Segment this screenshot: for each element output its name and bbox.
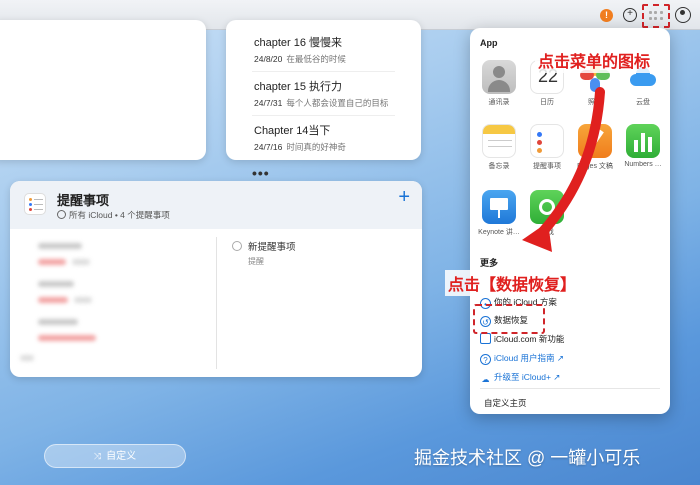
- app-label: Numbers …: [624, 161, 662, 168]
- customize-home-link[interactable]: 自定义主页: [484, 397, 527, 409]
- app-label: 云盘: [636, 99, 650, 106]
- menu-label: 升级至 iCloud+ ↗: [494, 372, 561, 382]
- app-pages[interactable]: Pages 文稿: [574, 124, 616, 171]
- app-label: 照片: [588, 99, 602, 106]
- app-label: 查找: [540, 229, 554, 236]
- customize-button[interactable]: ⤨ 自定义: [44, 444, 186, 468]
- recovery-highlight-box: [473, 304, 545, 334]
- keynote-icon: [482, 190, 516, 224]
- app-label: 提醒事项: [533, 163, 561, 170]
- find-icon: [530, 190, 564, 224]
- note-date: 24/7/16: [254, 142, 283, 152]
- note-item[interactable]: chapter 15 执行力 24/7/31 每个人都会设置自己的目标: [252, 72, 395, 116]
- contacts-icon: [482, 60, 516, 94]
- notes-widget[interactable]: chapter 16 慢慢来 24/8/20 在最低谷的时候 chapter 15…: [226, 20, 421, 181]
- note-preview: 时间真的好神奇: [286, 142, 346, 152]
- menu-label: iCloud.com 新功能: [494, 334, 565, 344]
- app-grid-button[interactable]: [642, 4, 670, 28]
- cloud-icon: ☁: [481, 375, 490, 384]
- app-find[interactable]: 查找: [526, 190, 568, 237]
- app-label: 通讯录: [488, 99, 510, 106]
- reminders-subtitle: 所有 iCloud • 4 个提醒事项: [57, 209, 170, 221]
- document-icon: [480, 333, 491, 344]
- note-item[interactable]: Chapter 14当下 24/7/16 时间真的好神奇: [252, 116, 395, 159]
- menu-upgrade[interactable]: ☁ 升级至 iCloud+ ↗: [480, 371, 561, 385]
- menu-divider: [480, 388, 660, 389]
- more-icon[interactable]: •••: [252, 165, 395, 181]
- app-label: 日历: [540, 99, 554, 106]
- app-label: Pages 文稿: [577, 163, 613, 170]
- note-preview: 每个人都会设置自己的目标: [286, 98, 389, 108]
- menu-whats-new[interactable]: iCloud.com 新功能: [480, 333, 564, 345]
- app-label: 备忘录: [488, 163, 510, 170]
- notes-icon: [482, 124, 516, 158]
- cloud-icon: [57, 210, 66, 219]
- reminders-header: 提醒事项 所有 iCloud • 4 个提醒事项 +: [10, 181, 422, 229]
- reminders-title: 提醒事项: [57, 193, 110, 208]
- help-icon: ?: [480, 354, 491, 365]
- note-preview: 在最低谷的时候: [286, 54, 346, 64]
- grid-icon: [649, 11, 663, 21]
- numbers-icon: [626, 124, 660, 158]
- new-reminder-label: 新提醒事项: [248, 242, 296, 253]
- customize-icon: ⤨: [93, 451, 102, 461]
- app-notes[interactable]: 备忘录: [478, 124, 520, 171]
- watermark: 掘金技术社区 @ 一罐小可乐: [414, 448, 641, 468]
- reminders-widget[interactable]: 提醒事项 所有 iCloud • 4 个提醒事项 + 新提醒事项 提醒: [10, 181, 422, 377]
- alert-badge[interactable]: !: [600, 9, 613, 22]
- reminders-icon: [530, 124, 564, 158]
- annotation-click-recovery: 点击【数据恢复】: [445, 270, 580, 296]
- pages-icon: [578, 124, 612, 158]
- app-label: Keynote 讲…: [478, 229, 520, 236]
- reminders-body: 新提醒事项 提醒: [10, 229, 422, 377]
- column-divider: [216, 237, 217, 369]
- add-reminder-button[interactable]: +: [398, 186, 410, 209]
- reminders-icon: [24, 193, 46, 215]
- note-title: chapter 15 执行力: [254, 81, 343, 93]
- menu-user-guide[interactable]: ? iCloud 用户指南 ↗: [480, 352, 564, 365]
- annotation-click-menu-icon: 点击菜单的图标: [535, 47, 654, 73]
- add-icon[interactable]: +: [623, 8, 637, 22]
- account-icon[interactable]: [675, 7, 691, 23]
- checkbox-icon[interactable]: [232, 241, 242, 251]
- menu-label: iCloud 用户指南 ↗: [494, 353, 564, 363]
- app-numbers[interactable]: Numbers …: [622, 124, 664, 168]
- app-contacts[interactable]: 通讯录: [478, 60, 520, 107]
- app-menu-popover: App 通讯录 22 日历 照片 云盘 备忘录 提醒事项 Pages 文稿 Nu…: [470, 28, 670, 414]
- note-title: Chapter 14当下: [254, 125, 331, 137]
- reminders-subtitle-text: 所有 iCloud • 4 个提醒事项: [69, 210, 170, 220]
- new-reminder-sublabel: 提醒: [248, 257, 264, 266]
- more-section-title: 更多: [480, 258, 499, 268]
- blurred-reminders-list: [10, 229, 216, 377]
- widget-card-left: [0, 20, 206, 160]
- note-date: 24/7/31: [254, 98, 283, 108]
- app-keynote[interactable]: Keynote 讲…: [478, 190, 520, 237]
- note-date: 24/8/20: [254, 54, 283, 64]
- app-reminders[interactable]: 提醒事项: [526, 124, 568, 171]
- note-item[interactable]: chapter 16 慢慢来 24/8/20 在最低谷的时候: [252, 28, 395, 72]
- app-section-title: App: [480, 38, 498, 48]
- note-title: chapter 16 慢慢来: [254, 37, 343, 49]
- customize-label: 自定义: [106, 451, 137, 462]
